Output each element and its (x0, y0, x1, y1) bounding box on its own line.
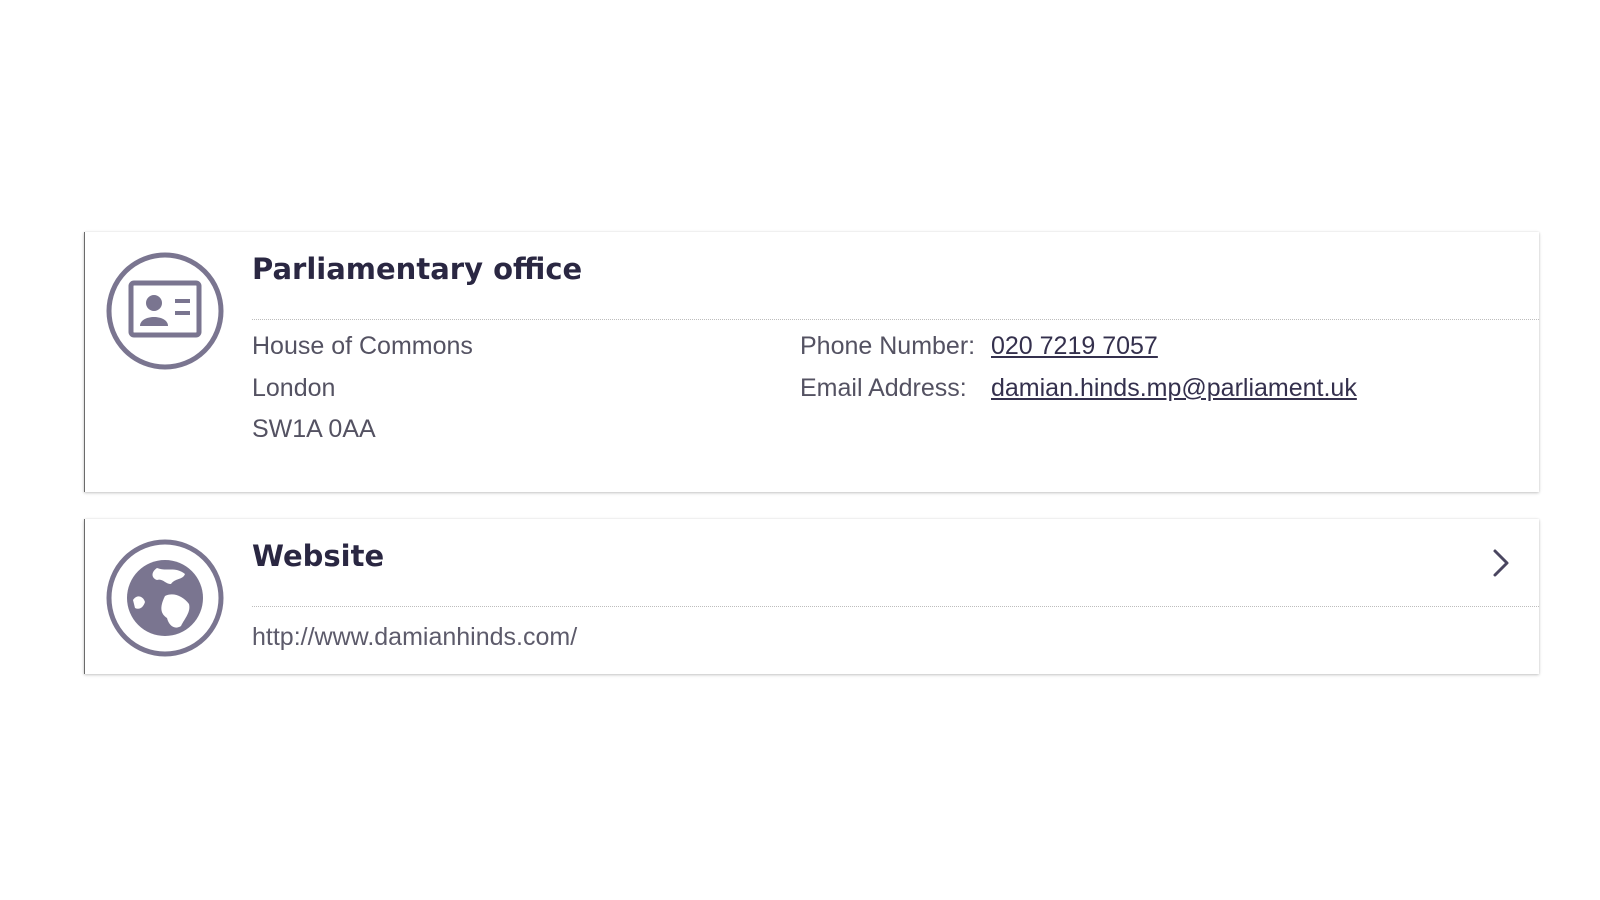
website-card-title: Website (252, 539, 385, 573)
phone-link[interactable]: 020 7219 7057 (991, 331, 1158, 361)
chevron-right-icon[interactable] (1489, 547, 1513, 579)
page: Parliamentary office House of Commons Lo… (0, 0, 1600, 900)
phone-label: Phone Number: (800, 332, 976, 360)
id-card-icon (105, 251, 225, 371)
website-card-divider (252, 606, 1539, 607)
globe-icon (105, 538, 225, 658)
office-card-divider (252, 319, 1539, 320)
email-label: Email Address: (800, 374, 967, 402)
address-line-1: House of Commons (252, 332, 473, 360)
parliamentary-office-card: Parliamentary office House of Commons Lo… (84, 232, 1539, 492)
address-line-2: London (252, 374, 336, 402)
website-url-link[interactable]: http://www.damianhinds.com/ (252, 622, 577, 652)
address-line-3: SW1A 0AA (252, 415, 376, 443)
website-card[interactable]: Website http://www.damianhinds.com/ (84, 519, 1539, 674)
email-link[interactable]: damian.hinds.mp@parliament.uk (991, 373, 1357, 403)
office-card-title: Parliamentary office (252, 252, 583, 286)
